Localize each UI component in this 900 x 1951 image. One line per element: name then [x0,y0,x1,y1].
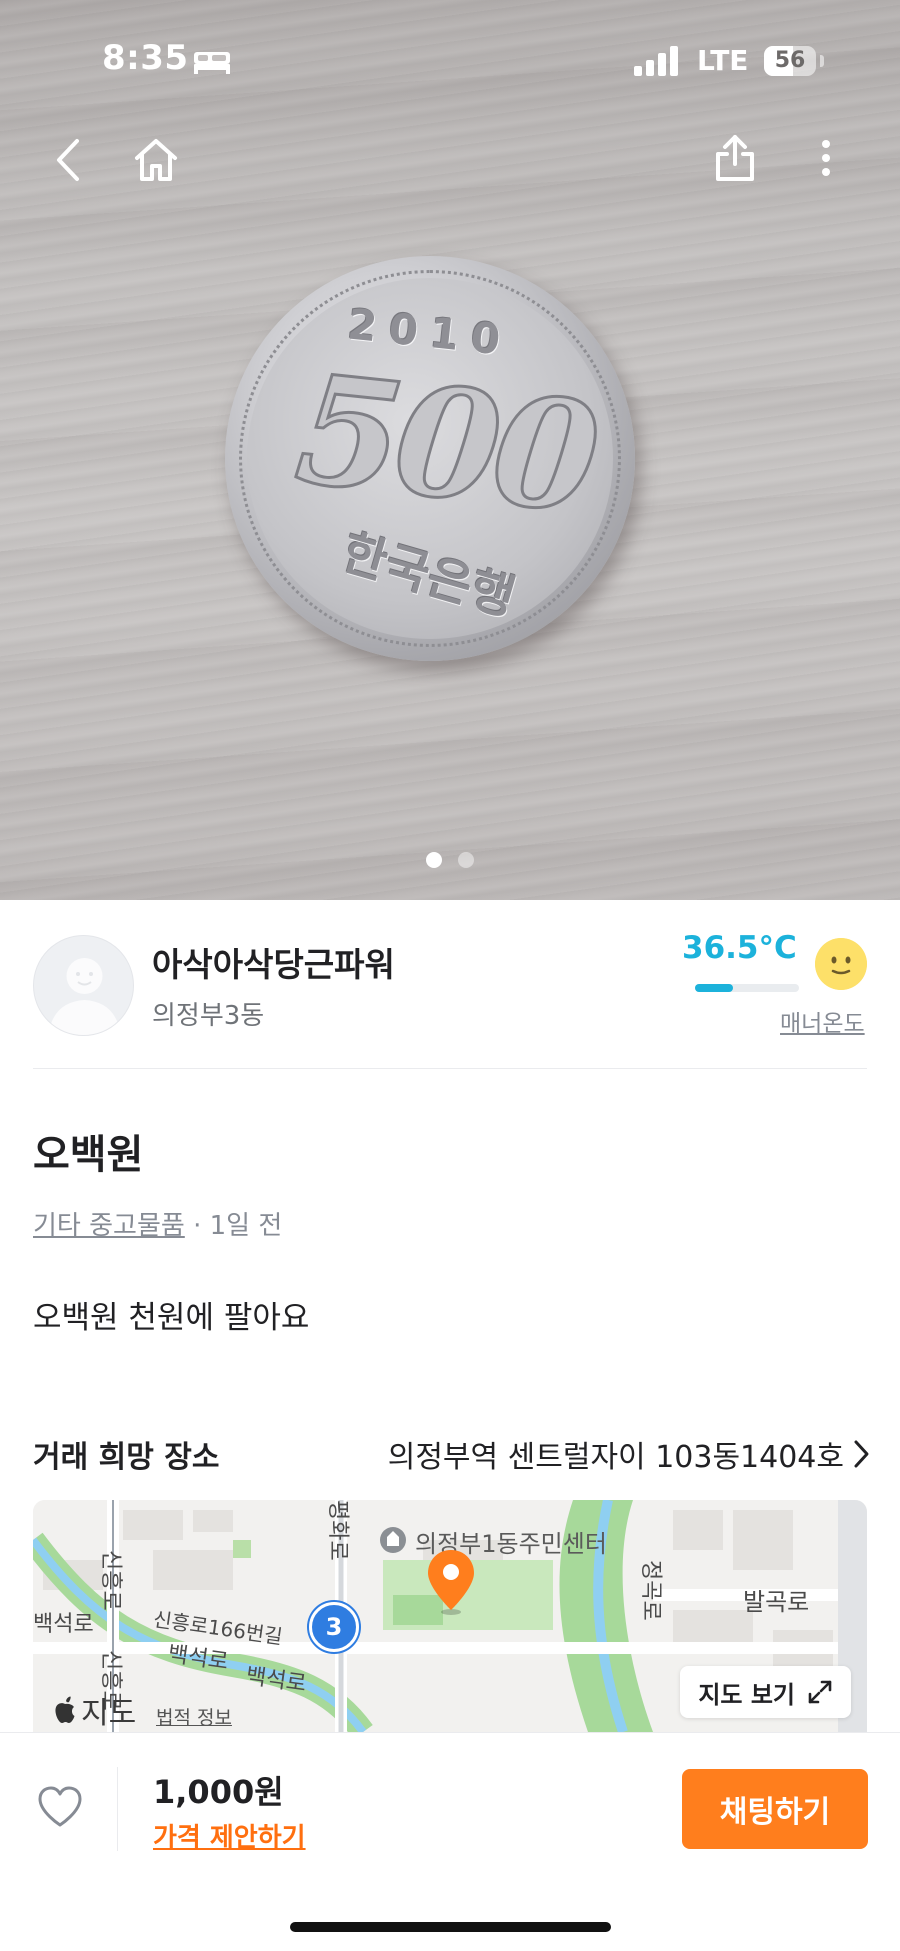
sleep-focus-icon [194,52,230,74]
map-logo-text: 지도 [81,1696,137,1731]
trade-place-label: 거래 희망 장소 [33,1440,220,1475]
share-icon [716,135,754,181]
bottom-action-bar: 1,000원 가격 제안하기 채팅하기 [0,1732,900,1951]
trade-place-link[interactable]: 의정부역 센트럴자이 103동1404호 [388,1432,870,1476]
map-label-shinheung-1: 신흥로 [98,1550,123,1611]
coin-photo: 2010 500 한국은행 [225,256,635,661]
route-number-badge: 3 [309,1602,359,1652]
network-label: LTE [697,44,749,77]
map-label-pyeonghwa: 평화로 [325,1500,350,1561]
chat-button[interactable]: 채팅하기 [682,1769,868,1849]
more-vertical-icon [822,140,830,176]
battery-tip [820,55,824,67]
article-meta: 기타 중고물품 · 1일 전 [33,1205,282,1242]
signal-icon [634,46,678,76]
chevron-right-icon [854,1440,869,1468]
back-button[interactable] [38,130,98,190]
status-bar: 8:35 LTE 56 [0,0,900,120]
manner-temperature-bar [695,984,799,992]
trade-place-value: 의정부역 센트럴자이 103동1404호 [387,1440,844,1475]
seller-location: 의정부3동 [152,1001,265,1031]
avatar[interactable] [33,935,134,1036]
battery-icon: 56 [764,46,816,76]
apple-logo-icon [55,1696,75,1723]
battery-level: 56 [774,48,806,73]
manner-temperature-link[interactable]: 매너온도 [780,1004,865,1038]
price-offer-link[interactable]: 가격 제안하기 [153,1817,306,1854]
category-link[interactable]: 기타 중고물품 [33,1211,185,1241]
price: 1,000원 [153,1773,284,1811]
apple-maps-logo: 지도 [53,1688,136,1732]
share-button[interactable] [705,128,765,188]
article-description: 오백원 천원에 팔아요 [33,1300,310,1336]
product-image[interactable]: 2010 500 한국은행 8:35 LTE 56 [0,0,900,900]
divider [33,1068,867,1069]
manner-temperature: 36.5°C [682,930,797,966]
expand-icon [808,1680,832,1704]
home-indicator [290,1922,611,1932]
heart-icon[interactable] [36,1783,84,1831]
chevron-left-icon [57,139,79,181]
carousel-dot[interactable] [426,852,442,868]
divider [117,1767,118,1851]
home-icon [135,139,177,181]
location-pin-icon [428,1550,474,1615]
status-time: 8:35 [102,38,189,78]
seller-profile[interactable]: 아삭아삭당근파워 의정부3동 36.5°C 매너온도 [0,900,900,1070]
map-label-baekseok-1: 백석로 [33,1612,94,1637]
coin-face: 2010 500 한국은행 [247,278,613,639]
map-label-jeonggok: 정곡로 [638,1560,663,1621]
home-button[interactable] [126,130,186,190]
smiley-face-icon [815,938,867,990]
map-label-balgok: 발곡로 [743,1588,810,1616]
location-map[interactable]: 의정부1동주민센터 발곡로 정곡로 평화로 신흥로 신흥로 신흥로166번길 백… [33,1500,867,1732]
view-map-label: 지도 보기 [698,1680,795,1709]
more-button[interactable] [796,128,856,188]
article-title: 오백원 [33,1132,144,1178]
manner-temperature-fill [695,984,734,992]
seller-name[interactable]: 아삭아삭당근파워 [152,938,395,986]
map-legal-link[interactable]: 법적 정보 [156,1703,232,1730]
posted-time: · 1일 전 [193,1211,283,1241]
view-map-button[interactable]: 지도 보기 [680,1666,851,1718]
default-avatar-icon [48,958,121,1035]
carousel-dot[interactable] [458,852,474,868]
carousel-indicator [0,852,900,868]
